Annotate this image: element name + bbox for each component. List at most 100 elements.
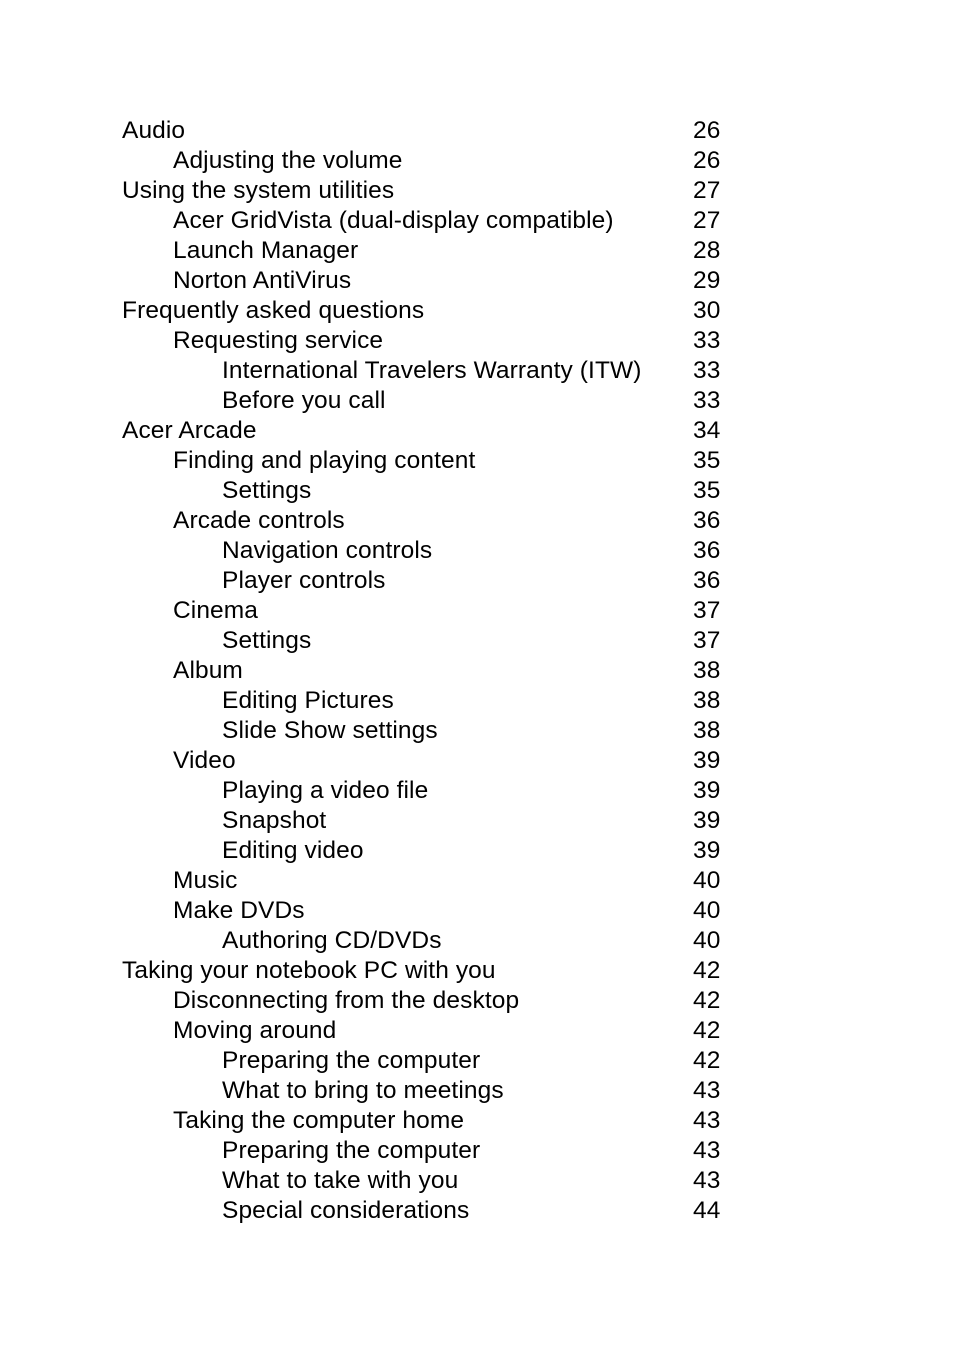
toc-entry-title: Player controls [222,567,386,594]
toc-entry-page-number: 38 [693,687,721,714]
toc-entry-page-number: 40 [693,927,721,954]
toc-entry-title: Settings [222,627,312,654]
toc-entry[interactable]: Editing Pictures 38 [122,686,822,716]
toc-entry[interactable]: Player controls 36 [122,566,822,596]
toc-entry-title: Playing a video file [222,777,429,804]
toc-entry-title: Taking your notebook PC with you [122,957,496,984]
toc-entry[interactable]: Playing a video file 39 [122,776,822,806]
toc-entry-page-number: 42 [693,1047,721,1074]
toc-entry-title: Audio [122,117,186,144]
toc-entry-title: Make DVDs [173,897,305,924]
toc-entry[interactable]: Taking your notebook PC with you 42 [122,956,822,986]
toc-entry-page-number: 43 [693,1077,721,1104]
toc-entry[interactable]: Settings 37 [122,626,822,656]
toc-entry[interactable]: Editing video 39 [122,836,822,866]
toc-entry[interactable]: What to take with you 43 [122,1166,822,1196]
toc-entry-page-number: 33 [693,327,721,354]
toc-entry-page-number: 38 [693,717,721,744]
toc-entry-title: Snapshot [222,807,327,834]
toc-entry[interactable]: Special considerations 44 [122,1196,822,1226]
toc-entry-title: Navigation controls [222,537,433,564]
toc-entry-title: Music [173,867,238,894]
toc-entry-title: Acer Arcade [122,417,257,444]
toc-entry-page-number: 37 [693,597,721,624]
toc-entry[interactable]: Adjusting the volume 26 [122,146,822,176]
toc-entry-page-number: 26 [693,117,721,144]
toc-entry[interactable]: Before you call 33 [122,386,822,416]
toc-entry-page-number: 29 [693,267,721,294]
toc-entry-title: Before you call [222,387,386,414]
toc-entry-page-number: 33 [693,387,721,414]
toc-entry-page-number: 36 [693,567,721,594]
toc-entry-page-number: 33 [693,357,721,384]
toc-entry[interactable]: Acer GridVista (dual-display compatible)… [122,206,822,236]
toc-entry-title: Authoring CD/DVDs [222,927,442,954]
toc-page: Audio 26 Adjusting the volume 26 Using the s… [0,0,954,1369]
toc-entry-page-number: 39 [693,807,721,834]
toc-entry[interactable]: Cinema 37 [122,596,822,626]
toc-entry[interactable]: Album 38 [122,656,822,686]
toc-entry-page-number: 42 [693,1017,721,1044]
toc-entry-title: Moving around [173,1017,337,1044]
toc-entry-title: Acer GridVista (dual-display compatible) [173,207,614,234]
toc-entry[interactable]: Slide Show settings 38 [122,716,822,746]
toc-entry[interactable]: Preparing the computer 42 [122,1046,822,1076]
toc-entry[interactable]: Moving around 42 [122,1016,822,1046]
toc-entry[interactable]: Finding and playing content 35 [122,446,822,476]
toc-entry-page-number: 38 [693,657,721,684]
toc-entry[interactable]: Taking the computer home 43 [122,1106,822,1136]
toc-entry[interactable]: Make DVDs 40 [122,896,822,926]
toc-entry-page-number: 42 [693,987,721,1014]
toc-entry-title: Finding and playing content [173,447,476,474]
toc-entry-page-number: 43 [693,1137,721,1164]
toc-entry-page-number: 36 [693,537,721,564]
toc-entry-page-number: 42 [693,957,721,984]
toc-entry-title: Taking the computer home [173,1107,465,1134]
toc-entry-page-number: 27 [693,207,721,234]
toc-entry-page-number: 36 [693,507,721,534]
toc-entry-title: Launch Manager [173,237,359,264]
toc-entry-page-number: 28 [693,237,721,264]
toc-entry-title: Settings [222,477,312,504]
toc-entry-title: What to take with you [222,1167,459,1194]
toc-entry-title: Frequently asked questions [122,297,425,324]
toc-entry[interactable]: Using the system utilities 27 [122,176,822,206]
toc-entry-title: Album [173,657,243,684]
toc-entry-page-number: 43 [693,1107,721,1134]
toc-entry-page-number: 39 [693,837,721,864]
toc-entry-title: Editing video [222,837,364,864]
toc-entry[interactable]: Music 40 [122,866,822,896]
toc-entry[interactable]: Disconnecting from the desktop 42 [122,986,822,1016]
toc-entry[interactable]: Snapshot 39 [122,806,822,836]
toc-entry-title: What to bring to meetings [222,1077,504,1104]
toc-entry[interactable]: Requesting service 33 [122,326,822,356]
toc-entry-page-number: 30 [693,297,721,324]
toc-entry-title: Norton AntiVirus [173,267,352,294]
toc-entry-title: Using the system utilities [122,177,395,204]
toc-entry[interactable]: Video 39 [122,746,822,776]
toc-entry-title: Editing Pictures [222,687,394,714]
toc-entry[interactable]: International Travelers Warranty (ITW) 33 [122,356,822,386]
toc-entry[interactable]: Launch Manager 28 [122,236,822,266]
toc-entry-page-number: 39 [693,747,721,774]
toc-entry[interactable]: Navigation controls 36 [122,536,822,566]
toc-entry-title: Video [173,747,236,774]
toc-entry[interactable]: Audio 26 [122,116,822,146]
toc-entry-page-number: 35 [693,447,721,474]
toc-entry[interactable]: Preparing the computer 43 [122,1136,822,1166]
toc-entry[interactable]: Settings 35 [122,476,822,506]
toc-entry[interactable]: Arcade controls 36 [122,506,822,536]
toc-entry-page-number: 40 [693,897,721,924]
toc-entry[interactable]: Authoring CD/DVDs 40 [122,926,822,956]
toc-entry-title: Slide Show settings [222,717,438,744]
toc-entry-title: International Travelers Warranty (ITW) [222,357,642,384]
toc-entry-page-number: 35 [693,477,721,504]
toc-entry-page-number: 27 [693,177,721,204]
toc-entry-title: Preparing the computer [222,1137,481,1164]
toc-entry[interactable]: Acer Arcade 34 [122,416,822,446]
toc-entry[interactable]: Frequently asked questions 30 [122,296,822,326]
toc-entry-title: Adjusting the volume [173,147,403,174]
toc-entry-title: Preparing the computer [222,1047,481,1074]
toc-entry[interactable]: What to bring to meetings 43 [122,1076,822,1106]
toc-entry[interactable]: Norton AntiVirus 29 [122,266,822,296]
